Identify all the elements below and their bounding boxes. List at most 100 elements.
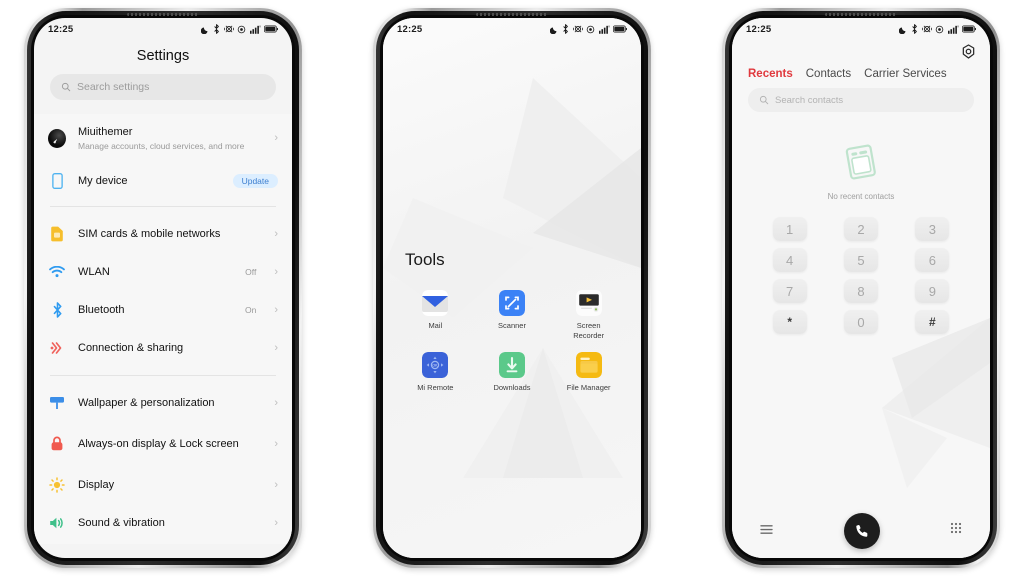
folder-title: Tools (405, 250, 445, 269)
dialpad-key-8[interactable]: 8 (825, 279, 896, 303)
dialpad-key-7[interactable]: 7 (754, 279, 825, 303)
list-item-label: Always-on display & Lock screen (78, 438, 239, 450)
sidebar-item-display[interactable]: Display › (34, 466, 292, 504)
phone-screen-tools: 12:25 Tools Mail Scanner Screen Recorder… (383, 18, 641, 558)
status-icons (200, 24, 279, 34)
empty-state: No recent contacts (732, 124, 990, 211)
account-row[interactable]: Miuithemer Manage accounts, cloud servic… (34, 114, 292, 162)
scanner-icon (498, 290, 525, 316)
app-label: Screen Recorder (573, 321, 605, 340)
bluetooth-icon (912, 24, 917, 34)
bluetooth-icon (563, 24, 568, 34)
search-icon (61, 82, 71, 92)
search-placeholder: Search contacts (775, 94, 844, 106)
battery-icon (613, 25, 627, 33)
dialpad-key-4[interactable]: 4 (754, 248, 825, 272)
brightness-sun-icon (48, 477, 66, 493)
earpiece-grille (127, 13, 199, 16)
dialpad-key-9[interactable]: 9 (897, 279, 968, 303)
account-subtitle: Manage accounts, cloud services, and mor… (78, 140, 245, 151)
empty-contacts-icon (845, 144, 876, 180)
app-screen-recorder[interactable]: Screen Recorder (550, 290, 627, 340)
phone-mockup-row: 12:25 Settings Search settings Miuitheme… (0, 0, 1024, 576)
app-downloads[interactable]: Downloads (474, 352, 551, 393)
empty-state-text: No recent contacts (827, 192, 895, 201)
status-bar: 12:25 (732, 18, 990, 40)
chevron-right-icon: › (274, 265, 278, 278)
call-handset-icon (855, 524, 867, 537)
chevron-right-icon: › (274, 303, 278, 316)
app-scanner[interactable]: Scanner (474, 290, 551, 340)
update-badge[interactable]: Update (232, 173, 278, 189)
dialpad-key-3[interactable]: 3 (897, 217, 968, 241)
lock-icon (48, 436, 66, 452)
tab-carrier-services[interactable]: Carrier Services (864, 68, 946, 80)
phone-tools: 12:25 Tools Mail Scanner Screen Recorder… (373, 8, 651, 568)
my-device-label: My device (78, 175, 128, 187)
sidebar-item-wallpaper[interactable]: Wallpaper & personalization › (34, 384, 292, 422)
status-bar: 12:25 (34, 18, 292, 40)
wifi-icon (48, 266, 66, 278)
tab-recents[interactable]: Recents (748, 68, 793, 80)
list-item-label: WLAN (78, 266, 110, 278)
list-item-label: Display (78, 479, 115, 491)
dialer-bottom-bar (732, 508, 990, 558)
status-icons (549, 24, 628, 34)
data-saver-icon (586, 25, 595, 33)
app-mail[interactable]: Mail (397, 290, 474, 340)
dialpad-key-1[interactable]: 1 (754, 217, 825, 241)
list-item-value: On (244, 305, 257, 315)
earpiece-grille (825, 13, 897, 16)
app-label: Scanner (498, 321, 526, 330)
dialpad-key-hash[interactable]: # (897, 310, 968, 334)
search-input[interactable]: Search settings (50, 74, 276, 100)
list-item-label: Wallpaper & personalization (78, 397, 215, 409)
dialpad-key-0[interactable]: 0 (825, 310, 896, 334)
mi-remote-icon: OK (422, 352, 449, 378)
speaker-icon (48, 516, 66, 530)
list-item-label: Sound & vibration (78, 517, 165, 529)
dialpad-key-star[interactable]: * (754, 310, 825, 334)
chevron-right-icon: › (274, 341, 278, 354)
status-time: 12:25 (397, 23, 423, 35)
menu-list-icon[interactable] (760, 522, 773, 540)
dialer-settings-row (732, 40, 990, 66)
sidebar-item-aod-lockscreen[interactable]: Always-on display & Lock screen › (34, 422, 292, 466)
search-contacts-input[interactable]: Search contacts (748, 88, 974, 112)
chevron-right-icon: › (274, 396, 278, 409)
gear-icon[interactable] (961, 44, 976, 64)
dialpad-key-6[interactable]: 6 (897, 248, 968, 272)
phone-outline-icon (48, 173, 66, 189)
keypad-grid-icon[interactable] (950, 522, 962, 540)
app-file-manager[interactable]: File Manager (550, 352, 627, 393)
screen-recorder-icon (575, 290, 602, 316)
search-placeholder: Search settings (77, 81, 150, 93)
dialpad-key-2[interactable]: 2 (825, 217, 896, 241)
page-title: Settings (136, 48, 190, 64)
chevron-right-icon: › (274, 516, 278, 529)
sidebar-item-my-device[interactable]: My device Update (34, 162, 292, 200)
wallpaper-icon (48, 395, 66, 411)
list-item-label: Connection & sharing (78, 342, 184, 354)
app-label: Downloads (493, 383, 531, 392)
app-mi-remote[interactable]: OK Mi Remote (397, 352, 474, 393)
settings-group-display: Wallpaper & personalization › Always-on … (34, 382, 292, 544)
dnd-moon-icon (898, 27, 905, 34)
sidebar-item-wlan[interactable]: WLAN Off › (34, 253, 292, 291)
chevron-right-icon: › (274, 478, 278, 491)
battery-icon (264, 25, 278, 33)
sidebar-item-sim-cards[interactable]: SIM cards & mobile networks › (34, 215, 292, 253)
vibrate-icon (223, 25, 234, 33)
data-saver-icon (935, 25, 944, 33)
tab-contacts[interactable]: Contacts (806, 68, 851, 80)
dnd-moon-icon (200, 27, 207, 34)
list-item-value: Off (245, 267, 257, 277)
dialpad: 1 2 3 4 5 6 7 8 9 * 0 # (732, 211, 990, 334)
sim-card-icon (48, 226, 66, 242)
sidebar-item-bluetooth[interactable]: Bluetooth On › (34, 291, 292, 329)
sidebar-item-connection-sharing[interactable]: Connection & sharing › (34, 329, 292, 367)
call-button[interactable] (843, 513, 880, 549)
dialpad-key-5[interactable]: 5 (825, 248, 896, 272)
signal-bars-icon (947, 25, 958, 34)
sidebar-item-sound-vibration[interactable]: Sound & vibration › (34, 504, 292, 542)
